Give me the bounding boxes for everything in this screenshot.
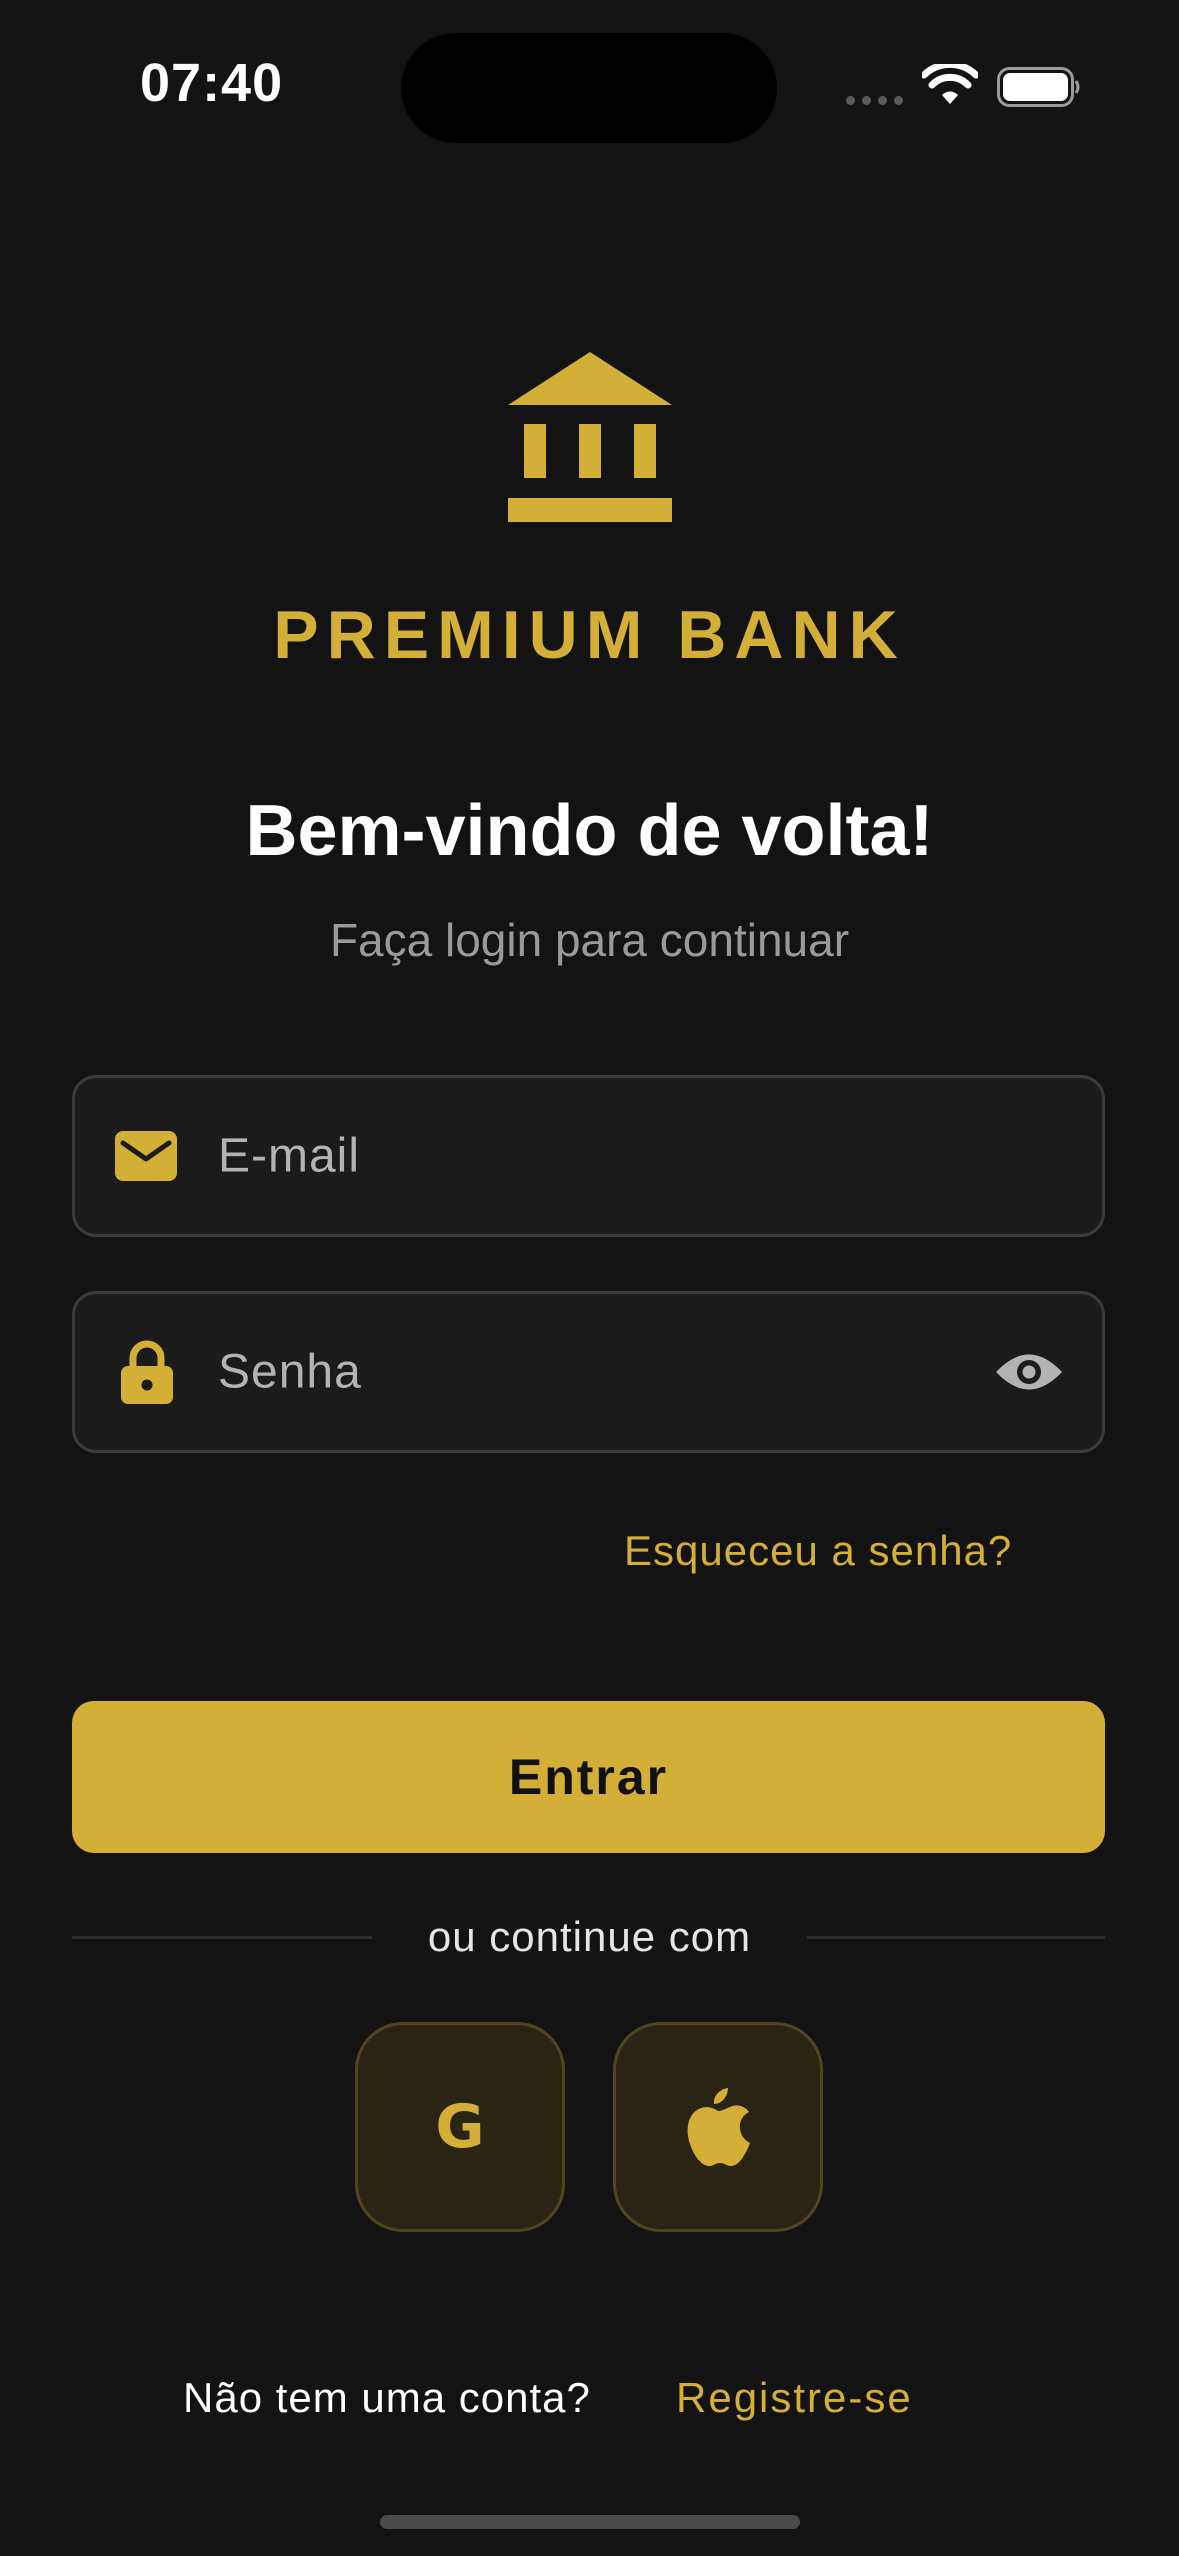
signup-link[interactable]: Registre-se xyxy=(676,2374,913,2422)
divider-left xyxy=(72,1936,372,1939)
status-time: 07:40 xyxy=(140,53,284,113)
divider-right xyxy=(807,1936,1105,1939)
divider-label: ou continue com xyxy=(427,1913,752,1960)
page-subtitle: Faça login para continuar xyxy=(329,914,850,966)
password-input[interactable]: Senha xyxy=(218,1345,362,1400)
password-field[interactable]: Senha xyxy=(72,1291,1105,1453)
google-icon: G xyxy=(435,2092,485,2162)
dynamic-island xyxy=(401,33,777,143)
google-login-button[interactable]: G xyxy=(355,2022,565,2232)
wifi-icon xyxy=(922,64,978,104)
forgot-password-link[interactable]: Esqueceu a senha? xyxy=(624,1527,1012,1575)
cellular-signal-icon xyxy=(846,96,903,105)
apple-icon xyxy=(687,2088,750,2167)
bank-icon xyxy=(508,352,672,522)
apple-login-button[interactable] xyxy=(613,2022,823,2232)
eye-icon[interactable] xyxy=(994,1349,1064,1395)
login-button[interactable]: Entrar xyxy=(72,1701,1105,1853)
page-title: Bem-vindo de volta! xyxy=(245,791,934,871)
email-field[interactable]: E-mail xyxy=(72,1075,1105,1237)
envelope-icon xyxy=(115,1131,177,1181)
brand-name: PREMIUM BANK xyxy=(273,597,906,673)
lock-icon xyxy=(121,1340,173,1404)
email-input[interactable]: E-mail xyxy=(218,1129,360,1184)
home-indicator[interactable] xyxy=(380,2515,800,2529)
battery-icon xyxy=(997,67,1080,107)
signup-question: Não tem uma conta? xyxy=(183,2374,591,2421)
